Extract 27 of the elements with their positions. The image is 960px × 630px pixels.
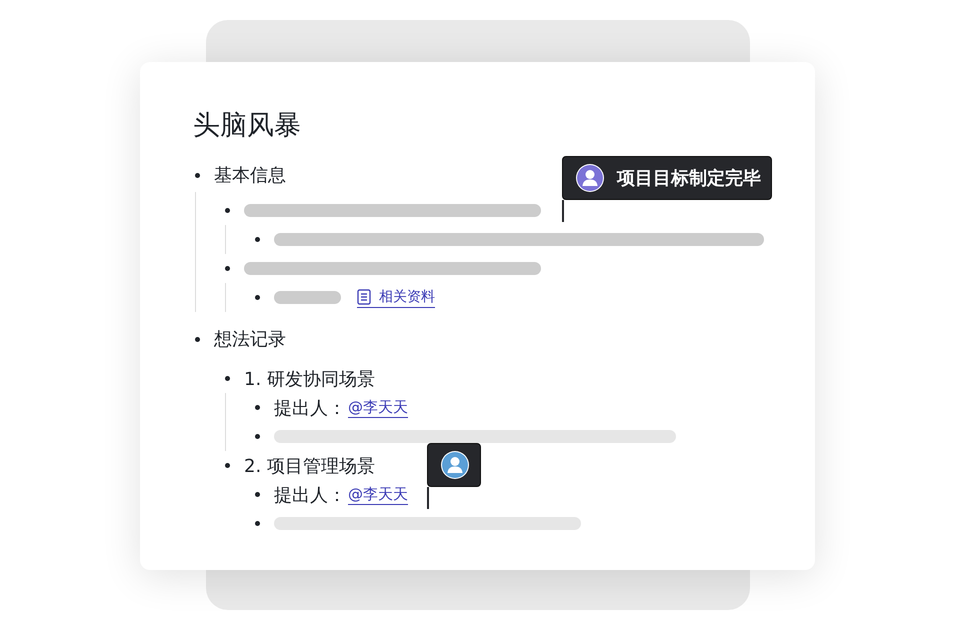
bullet-dot (225, 208, 230, 213)
proposer-label: 提出人： (274, 396, 346, 420)
bullet-dot (255, 237, 260, 242)
document-icon (357, 288, 371, 304)
document-link[interactable]: 相关资料 (357, 288, 435, 308)
bullet-dot (225, 266, 230, 271)
proposer-label: 提出人： (274, 484, 346, 506)
bullet-dot (195, 172, 200, 178)
avatar-icon (575, 163, 605, 193)
bullet-dot (255, 405, 260, 410)
bullet-dot (225, 376, 230, 381)
bullet-dot (195, 336, 200, 342)
mention-link[interactable]: @李天天 (348, 398, 408, 418)
placeholder-bar (274, 291, 341, 304)
bullet-dot (255, 492, 260, 497)
document-title: 头脑风暴 (193, 109, 302, 143)
bullet-dot (225, 463, 230, 468)
outline-text: 2. 项目管理场景 (244, 454, 375, 478)
outline-text: 想法记录 (214, 328, 286, 351)
flag-label: 项目目标制定完毕 (617, 167, 761, 190)
mention-link[interactable]: @李天天 (348, 484, 408, 504)
bullet-dot (255, 434, 260, 439)
avatar-icon (440, 450, 470, 480)
outline-text: 基本信息 (214, 164, 286, 187)
bullet-dot (255, 295, 260, 300)
outline-text: 1. 研发协同场景 (244, 368, 375, 390)
bullet-dot (255, 521, 260, 526)
